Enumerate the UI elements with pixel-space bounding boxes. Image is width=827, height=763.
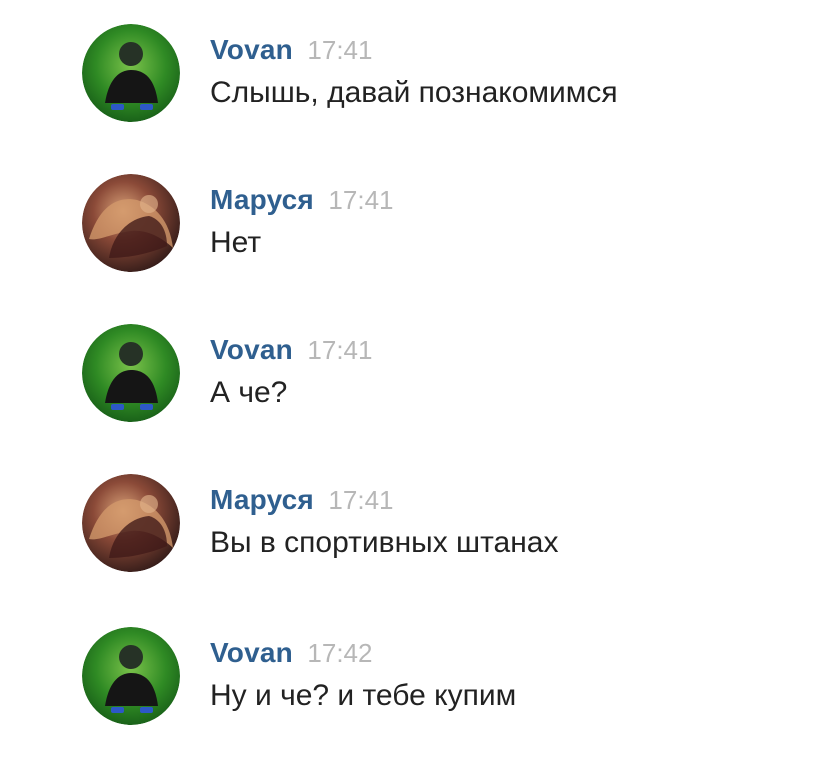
message-text: Вы в спортивных штанах xyxy=(210,526,559,559)
message-item: Vovan 17:42 Ну и че? и тебе купим xyxy=(82,627,742,737)
message-item: Vovan 17:41 Слышь, давай познакомимся xyxy=(82,24,742,134)
author-name[interactable]: Vovan xyxy=(210,34,293,65)
message-meta: Vovan 17:42 xyxy=(210,637,372,669)
user-avatar-warm-icon[interactable] xyxy=(82,174,180,272)
message-item: Маруся 17:41 Нет xyxy=(82,174,742,284)
message-meta: Vovan 17:41 xyxy=(210,34,372,66)
chat-history: Vovan 17:41 Слышь, давай познакомимся Ма… xyxy=(0,0,827,763)
author-name[interactable]: Vovan xyxy=(210,334,293,365)
message-meta: Маруся 17:41 xyxy=(210,184,394,216)
user-avatar-green-icon[interactable] xyxy=(82,24,180,122)
message-text: А че? xyxy=(210,376,288,409)
user-avatar-warm-icon[interactable] xyxy=(82,474,180,572)
message-meta: Vovan 17:41 xyxy=(210,334,372,366)
message-time: 17:41 xyxy=(307,335,373,365)
message-time: 17:41 xyxy=(307,35,373,65)
message-time: 17:41 xyxy=(328,185,394,215)
message-item: Маруся 17:41 Вы в спортивных штанах xyxy=(82,474,742,584)
message-text: Слышь, давай познакомимся xyxy=(210,76,618,109)
message-item: Vovan 17:41 А че? xyxy=(82,324,742,434)
author-name[interactable]: Vovan xyxy=(210,637,293,668)
author-name[interactable]: Маруся xyxy=(210,484,314,515)
user-avatar-green-icon[interactable] xyxy=(82,627,180,725)
message-time: 17:41 xyxy=(328,485,394,515)
message-meta: Маруся 17:41 xyxy=(210,484,394,516)
message-text: Нет xyxy=(210,226,262,259)
author-name[interactable]: Маруся xyxy=(210,184,314,215)
message-text: Ну и че? и тебе купим xyxy=(210,679,517,712)
user-avatar-green-icon[interactable] xyxy=(82,324,180,422)
message-time: 17:42 xyxy=(307,638,373,668)
